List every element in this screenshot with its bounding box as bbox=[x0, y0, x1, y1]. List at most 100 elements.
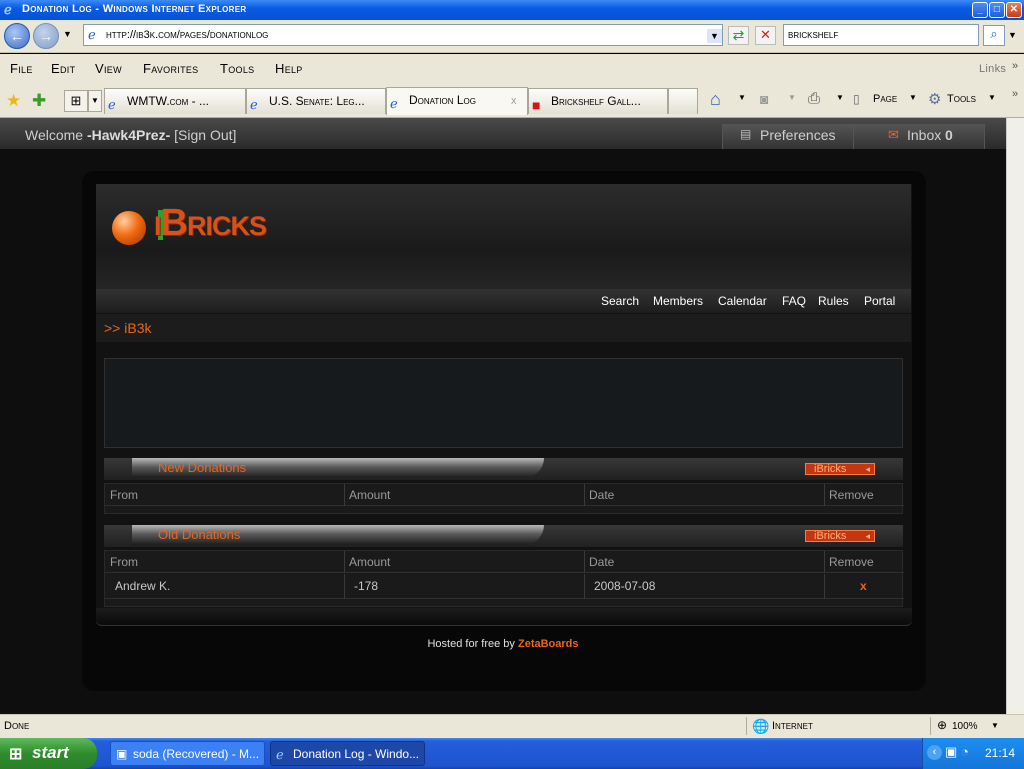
stop-icon[interactable]: ✕ bbox=[755, 26, 776, 45]
menu-file[interactable]: File bbox=[10, 61, 33, 76]
new-tab-button[interactable] bbox=[668, 88, 698, 114]
col-date: Date bbox=[589, 555, 615, 569]
zoom-icon: ⊕ bbox=[937, 718, 948, 732]
page-icon: ℯ bbox=[88, 27, 96, 42]
new-donations-title: New Donations bbox=[132, 458, 544, 478]
nav-rules[interactable]: Rules bbox=[818, 294, 849, 308]
page-viewport: Welcome -Hawk4Prez- [Sign Out] ▤ Prefere… bbox=[0, 118, 1024, 714]
site-logo[interactable]: iBricks bbox=[154, 202, 267, 245]
search-icon[interactable]: ⌕ bbox=[983, 25, 1005, 46]
start-button[interactable]: ⊞ start bbox=[0, 738, 97, 769]
tab-label: Donation Log bbox=[409, 93, 476, 107]
url-field[interactable]: ℯ http://ib3k.com/pages/donationlog bbox=[83, 24, 723, 46]
nav-portal[interactable]: Portal bbox=[864, 294, 895, 308]
tab-label: Brickshelf Gall... bbox=[551, 94, 641, 108]
tab-senate[interactable]: ℯ U.S. Senate: Leg... bbox=[246, 88, 386, 114]
ibricks-badge[interactable]: iBricks ◂ bbox=[805, 530, 875, 542]
col-remove: Remove bbox=[829, 555, 874, 569]
nav-faq[interactable]: FAQ bbox=[782, 294, 806, 308]
zoom-dropdown-icon[interactable]: ▼ bbox=[991, 721, 999, 730]
username[interactable]: -Hawk4Prez- bbox=[87, 127, 170, 143]
home-icon[interactable]: ⌂ bbox=[710, 89, 721, 110]
address-toolbar: ← → ▼ ℯ http://ib3k.com/pages/donationlo… bbox=[0, 20, 1024, 53]
tab-brickshelf[interactable]: ■ Brickshelf Gall... bbox=[528, 88, 668, 114]
vertical-scrollbar[interactable] bbox=[1006, 118, 1024, 714]
taskbar-item-word[interactable]: ▣ soda (Recovered) - M... bbox=[110, 741, 265, 766]
tab-donation-log[interactable]: ℯ Donation Log x bbox=[386, 87, 528, 115]
security-zone: Internet bbox=[772, 720, 813, 732]
network-icon[interactable]: ▣ bbox=[945, 744, 957, 760]
menu-help[interactable]: Help bbox=[275, 61, 303, 76]
back-button[interactable]: ← bbox=[4, 23, 30, 49]
volume-icon[interactable]: ◔ bbox=[961, 744, 969, 759]
menu-favorites[interactable]: Favorites bbox=[143, 61, 198, 76]
page-dropdown-icon[interactable]: ▼ bbox=[909, 93, 917, 102]
tab-wmtw[interactable]: ℯ WMTW.com - ... bbox=[104, 88, 246, 114]
tools-dropdown-icon[interactable]: ▼ bbox=[988, 93, 996, 102]
print-dropdown-icon[interactable]: ▼ bbox=[836, 93, 844, 102]
menu-edit[interactable]: Edit bbox=[51, 61, 75, 76]
new-donations-header: New Donations iBricks ◂ bbox=[104, 458, 903, 480]
tab-bar: ★ ✚ ⊞ ▼ ℯ WMTW.com - ... ℯ U.S. Senate: Le… bbox=[0, 84, 1024, 118]
menu-tools[interactable]: Tools bbox=[220, 61, 254, 76]
forward-button[interactable]: → bbox=[33, 23, 59, 49]
nav-members[interactable]: Members bbox=[653, 294, 703, 308]
refresh-icon[interactable]: ⇄ bbox=[728, 26, 749, 45]
chevron-right-icon[interactable]: » bbox=[1012, 88, 1018, 100]
links-label[interactable]: Links bbox=[979, 63, 1006, 75]
nav-calendar[interactable]: Calendar bbox=[718, 294, 767, 308]
favorites-star-icon[interactable]: ★ bbox=[6, 91, 21, 111]
page-menu[interactable]: Page bbox=[873, 93, 897, 105]
ibricks-badge[interactable]: iBricks ◂ bbox=[805, 463, 875, 475]
inbox-button[interactable]: ✉ Inbox 0 bbox=[854, 124, 985, 149]
menu-view[interactable]: View bbox=[95, 61, 122, 76]
welcome-text: Welcome -Hawk4Prez- [Sign Out] bbox=[25, 127, 236, 143]
taskbar-item-ie[interactable]: ℯ Donation Log - Windo... bbox=[270, 741, 425, 766]
chevron-right-icon[interactable]: » bbox=[1012, 60, 1018, 72]
feeds-dropdown-icon[interactable]: ▼ bbox=[788, 93, 796, 102]
quick-tabs-icon[interactable]: ⊞ bbox=[64, 90, 88, 112]
home-dropdown-icon[interactable]: ▼ bbox=[738, 93, 746, 102]
close-button[interactable]: ✕ bbox=[1006, 2, 1022, 18]
ad-box bbox=[104, 358, 903, 448]
column-divider bbox=[344, 551, 345, 573]
feeds-icon[interactable]: ◙ bbox=[760, 91, 768, 107]
history-dropdown-icon[interactable]: ▼ bbox=[63, 29, 72, 39]
table-row: Andrew K. -178 2008-07-08 x bbox=[105, 574, 904, 599]
status-divider bbox=[746, 717, 747, 735]
donation-from: Andrew K. bbox=[115, 579, 171, 593]
breadcrumb: >> iB3k bbox=[96, 314, 911, 342]
tray-expand-icon[interactable]: ‹ bbox=[927, 745, 942, 760]
donation-date: 2008-07-08 bbox=[594, 579, 656, 593]
nav-search[interactable]: Search bbox=[601, 294, 639, 308]
sign-out-link[interactable]: [Sign Out] bbox=[174, 127, 236, 143]
tab-label: U.S. Senate: Leg... bbox=[269, 94, 365, 108]
maximize-button[interactable]: □ bbox=[989, 2, 1005, 18]
column-divider bbox=[824, 551, 825, 573]
menu-bar: File Edit View Favorites Tools Help Link… bbox=[0, 54, 1024, 84]
search-input[interactable]: brickshelf bbox=[783, 24, 979, 46]
breadcrumb-link[interactable]: >> iB3k bbox=[104, 320, 151, 336]
tools-menu[interactable]: Tools bbox=[947, 93, 976, 105]
user-bar: Welcome -Hawk4Prez- [Sign Out] ▤ Prefere… bbox=[0, 118, 1006, 149]
badge-label: iBricks bbox=[814, 530, 847, 542]
preferences-button[interactable]: ▤ Preferences bbox=[722, 124, 854, 149]
remove-donation-button[interactable]: x bbox=[860, 579, 867, 593]
url-dropdown-icon[interactable]: ▼ bbox=[707, 29, 722, 43]
tab-close-icon[interactable]: x bbox=[511, 88, 516, 112]
col-amount: Amount bbox=[349, 488, 391, 502]
clock[interactable]: 21:14 bbox=[985, 746, 1015, 760]
window-title: Donation Log - Windows Internet Explorer bbox=[22, 3, 247, 15]
column-divider bbox=[344, 484, 345, 506]
page-icon: ▯ bbox=[853, 92, 860, 106]
tab-list-icon[interactable]: ▼ bbox=[88, 90, 102, 112]
zoom-level[interactable]: 100% bbox=[952, 721, 978, 732]
print-icon[interactable]: ⎙ bbox=[808, 90, 820, 107]
add-favorites-icon[interactable]: ✚ bbox=[32, 91, 46, 111]
column-divider bbox=[344, 574, 345, 599]
zetaboards-link[interactable]: ZetaBoards bbox=[518, 638, 579, 650]
badge-label: iBricks bbox=[814, 463, 847, 475]
minimize-button[interactable]: _ bbox=[972, 2, 988, 18]
search-options-icon[interactable]: ▼ bbox=[1008, 30, 1017, 40]
ie-page-icon: ℯ bbox=[390, 96, 398, 111]
